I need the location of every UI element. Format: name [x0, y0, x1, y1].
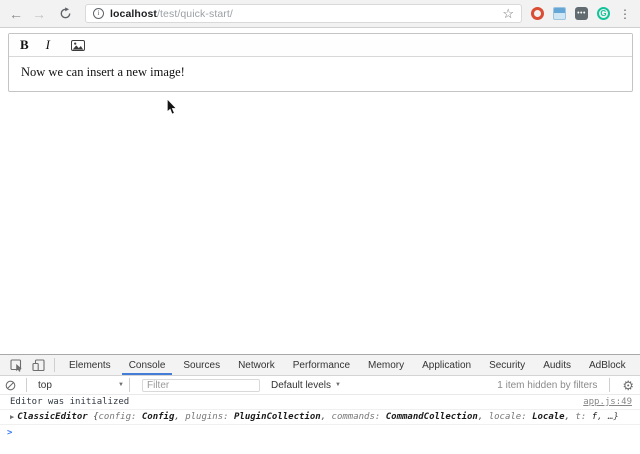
italic-button[interactable]: I [46, 37, 50, 53]
tab-audits[interactable]: Audits [534, 355, 580, 375]
tabbar-divider [54, 358, 55, 372]
bookmark-star-icon[interactable]: ☆ [502, 7, 514, 20]
insert-image-button[interactable] [67, 40, 89, 51]
log-levels-dropdown[interactable]: Default levels ▼ [271, 380, 341, 391]
log-levels-label: Default levels [271, 380, 331, 391]
extension-gray-dots-icon[interactable]: ••• [575, 7, 588, 20]
bold-button[interactable]: B [20, 37, 29, 53]
url-host: localhost [110, 8, 157, 20]
source-location-link[interactable]: app.js:49 [583, 397, 632, 407]
editor-content[interactable]: Now we can insert a new image! [9, 57, 632, 91]
console-object-row: ▶ ClassicEditor {config: Config, plugins… [0, 410, 640, 425]
context-selector[interactable]: top ▼ [32, 380, 124, 391]
inspect-element-icon[interactable] [6, 359, 28, 372]
extension-red-ring-icon[interactable] [531, 7, 544, 20]
extension-blue-window-icon[interactable] [553, 7, 566, 20]
console-prompt-row[interactable]: > [0, 425, 640, 440]
device-toolbar-icon[interactable] [28, 359, 49, 372]
tab-elements[interactable]: Elements [60, 355, 120, 375]
tab-application[interactable]: Application [413, 355, 480, 375]
url-text[interactable]: localhost/test/quick-start/ [110, 8, 233, 20]
tab-memory[interactable]: Memory [359, 355, 413, 375]
toolbar-divider [609, 378, 610, 392]
expand-triangle-icon[interactable]: ▶ [10, 412, 14, 422]
browser-menu-icon[interactable]: ⋮ [619, 8, 631, 20]
tab-adblock[interactable]: AdBlock [580, 355, 635, 375]
mouse-cursor-icon [166, 98, 178, 121]
page-info-icon[interactable]: i [93, 8, 104, 19]
console-message-row: Editor was initialized app.js:49 [0, 395, 640, 410]
toolbar-divider [26, 378, 27, 392]
rich-text-editor: B I Now we can insert a new image! [8, 33, 633, 92]
console-settings-gear-icon[interactable]: ⚙ [622, 379, 634, 392]
devtools-panel: Elements Console Sources Network Perform… [0, 354, 640, 454]
tab-sources[interactable]: Sources [174, 355, 229, 375]
context-selector-value: top [38, 380, 52, 391]
tab-console[interactable]: Console [120, 355, 175, 375]
console-log-area: Editor was initialized app.js:49 ▶ Class… [0, 395, 640, 440]
address-bar[interactable]: i localhost/test/quick-start/ ☆ [85, 4, 522, 23]
console-toolbar-right: 1 item hidden by filters ⚙ [497, 378, 640, 392]
tab-security[interactable]: Security [480, 355, 534, 375]
url-path: /test/quick-start/ [157, 8, 233, 20]
page-viewport: B I Now we can insert a new image! [0, 28, 640, 354]
console-prompt-icon: > [7, 428, 12, 438]
tab-performance[interactable]: Performance [284, 355, 359, 375]
chevron-down-icon: ▼ [118, 382, 124, 388]
extension-grammarly-icon[interactable]: G [597, 7, 610, 20]
devtools-menu-icon[interactable]: ⋮ [635, 359, 640, 371]
editor-toolbar: B I [9, 34, 632, 57]
tab-network[interactable]: Network [229, 355, 284, 375]
console-filter-input[interactable] [142, 379, 260, 392]
chevron-down-icon: ▼ [335, 382, 341, 388]
back-icon[interactable]: ← [9, 7, 23, 21]
clear-console-icon[interactable] [0, 380, 21, 391]
toolbar-divider [129, 378, 130, 392]
browser-toolbar: ← → i localhost/test/quick-start/ ☆ ••• … [0, 0, 640, 28]
refresh-icon[interactable] [55, 7, 76, 20]
console-message-text: Editor was initialized [10, 397, 129, 407]
console-toolbar: top ▼ Default levels ▼ 1 item hidden by … [0, 376, 640, 395]
hidden-items-status: 1 item hidden by filters [497, 380, 597, 391]
devtools-tabbar-controls: ⋮ × [635, 358, 640, 372]
devtools-tabbar: Elements Console Sources Network Perform… [0, 355, 640, 376]
forward-icon[interactable]: → [32, 7, 46, 21]
object-preview[interactable]: ClassicEditor {config: Config, plugins: … [17, 412, 619, 422]
